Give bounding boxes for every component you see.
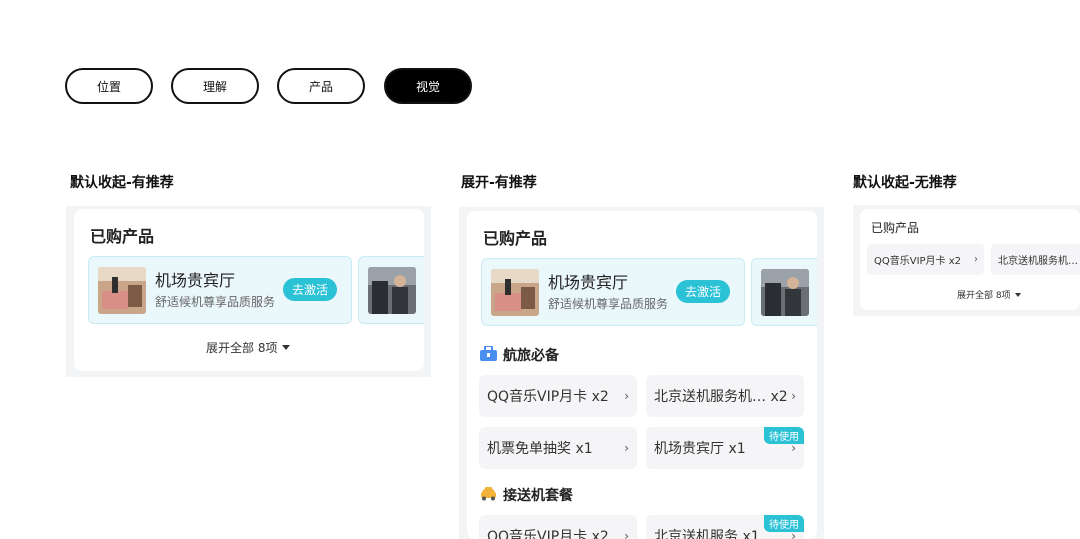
tab-understanding[interactable]: 理解: [171, 68, 259, 104]
driver-thumbnail: [761, 269, 809, 316]
section-title-expanded-rec: 展开-有推荐: [461, 175, 537, 191]
suitcase-icon: [480, 344, 497, 365]
triangle-down-icon: [1014, 292, 1021, 297]
benefit-tile[interactable]: 北京送机服务 x1 待使用 ›: [646, 515, 804, 539]
triangle-down-icon: [282, 345, 291, 350]
product-card-next[interactable]: [751, 258, 817, 326]
benefit-label: 机票免单抽奖 x1: [487, 441, 593, 457]
driver-thumbnail: [368, 267, 416, 314]
lounge-thumbnail: [98, 267, 146, 314]
section-title-collapsed-rec: 默认收起-有推荐: [70, 175, 174, 191]
tab-visual[interactable]: 视觉: [384, 68, 472, 104]
card-title: 已购产品: [871, 221, 920, 235]
purchased-card: 已购产品 机场贵宾厅 舒适候机尊享品质服务 去激活 展开全部 8项: [74, 209, 424, 371]
chevron-right-icon: ›: [791, 441, 796, 455]
activate-button[interactable]: 去激活: [283, 278, 337, 301]
product-card[interactable]: 机场贵宾厅 舒适候机尊享品质服务 去激活: [88, 256, 352, 324]
card-title: 已购产品: [483, 229, 548, 248]
purchased-card-small: 已购产品 QQ音乐VIP月卡 x2 › 北京送机服务机… 展开全部 8项: [860, 209, 1080, 310]
group-title: 接送机套餐: [503, 488, 573, 504]
pending-badge: 待使用: [764, 515, 804, 532]
product-name: 机场贵宾厅: [548, 273, 629, 292]
benefit-label: QQ音乐VIP月卡 x2: [874, 256, 962, 267]
group-title: 航旅必备: [503, 348, 559, 364]
benefit-label: 北京送机服务机…: [998, 256, 1078, 267]
group-header-travel: 航旅必备: [480, 344, 559, 365]
chevron-right-icon: ›: [974, 254, 978, 265]
lounge-thumbnail: [491, 269, 539, 316]
benefit-label: 机场贵宾厅 x1: [654, 441, 746, 457]
benefit-tile[interactable]: 北京送机服务机…: [991, 244, 1080, 275]
benefit-tile[interactable]: QQ音乐VIP月卡 x2 ›: [479, 375, 637, 417]
chevron-right-icon: ›: [791, 389, 796, 403]
card-title: 已购产品: [90, 227, 155, 246]
benefit-label: QQ音乐VIP月卡 x2: [487, 389, 609, 405]
product-desc: 舒适候机尊享品质服务: [155, 295, 276, 309]
product-card[interactable]: 机场贵宾厅 舒适候机尊享品质服务 去激活: [481, 258, 745, 326]
tab-position[interactable]: 位置: [65, 68, 153, 104]
pending-badge: 待使用: [764, 427, 804, 444]
expand-label: 展开全部 8项: [206, 341, 278, 355]
benefit-tile[interactable]: 机票免单抽奖 x1 ›: [479, 427, 637, 469]
product-desc: 舒适候机尊享品质服务: [548, 297, 669, 311]
section-title-collapsed-norec: 默认收起-无推荐: [853, 175, 957, 191]
benefit-tile[interactable]: 北京送机服务机… x2 ›: [646, 375, 804, 417]
benefit-tile[interactable]: QQ音乐VIP月卡 x2 ›: [867, 244, 984, 275]
chevron-right-icon: ›: [624, 529, 629, 539]
benefit-label: 北京送机服务机… x2: [654, 389, 788, 405]
benefit-tile[interactable]: 机场贵宾厅 x1 待使用 ›: [646, 427, 804, 469]
expand-all-button[interactable]: 展开全部 8项: [206, 339, 291, 356]
expand-all-button[interactable]: 展开全部 8项: [957, 288, 1021, 301]
expand-label: 展开全部 8项: [957, 291, 1011, 301]
chevron-right-icon: ›: [791, 529, 796, 539]
product-name: 机场贵宾厅: [155, 271, 236, 290]
tab-product[interactable]: 产品: [277, 68, 365, 104]
benefit-tile[interactable]: QQ音乐VIP月卡 x2 ›: [479, 515, 637, 539]
product-card-next[interactable]: [358, 256, 424, 324]
chevron-right-icon: ›: [624, 441, 629, 455]
taxi-icon: [480, 486, 497, 505]
benefit-label: QQ音乐VIP月卡 x2: [487, 529, 609, 539]
activate-button[interactable]: 去激活: [676, 280, 730, 303]
benefit-label: 北京送机服务 x1: [654, 529, 760, 539]
group-header-transfer: 接送机套餐: [480, 485, 573, 505]
chevron-right-icon: ›: [624, 389, 629, 403]
